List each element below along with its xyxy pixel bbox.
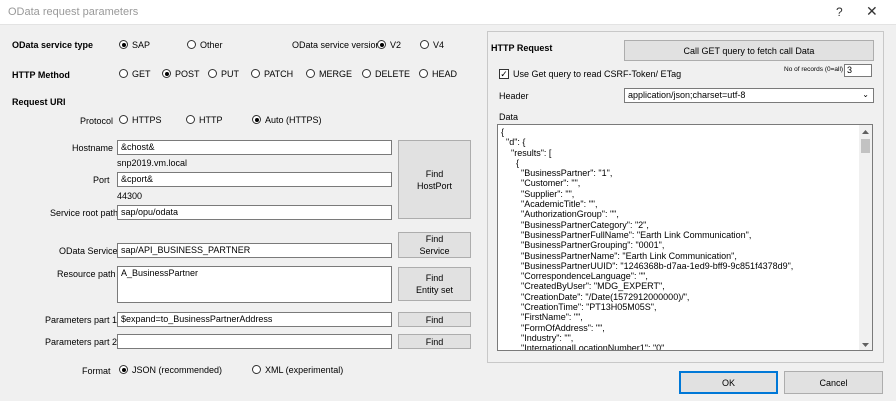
http-request-title: HTTP Request (491, 43, 553, 53)
protocol-auto-label: Auto (HTTPS) (265, 115, 322, 125)
service-version-v2-label: V2 (390, 40, 402, 50)
method-patch-radio[interactable] (251, 69, 260, 78)
service-type-sap-radio[interactable] (119, 40, 128, 49)
method-head-label: HEAD (432, 69, 458, 79)
records-input[interactable]: 3 (844, 64, 872, 77)
chevron-down-icon: ⌄ (862, 90, 869, 99)
params2-find-button[interactable]: Find (398, 334, 471, 349)
use-get-label: Use Get query to read CSRF-Token/ ETag (513, 69, 682, 79)
params2-label: Parameters part 2 (45, 337, 118, 347)
params2-input[interactable] (117, 334, 392, 349)
service-type-other-label: Other (200, 40, 223, 50)
data-content: { "d": { "results": [ { "BusinessPartner… (501, 127, 794, 351)
format-json-radio[interactable] (119, 365, 128, 374)
service-version-v4-label: V4 (433, 40, 445, 50)
port-label: Port (93, 175, 110, 185)
service-version-label: OData service version (292, 40, 381, 50)
method-post-label: POST (175, 69, 200, 79)
params1-find-button[interactable]: Find (398, 312, 471, 327)
method-put-label: PUT (221, 69, 239, 79)
protocol-http-label: HTTP (199, 115, 223, 125)
find-entity-set-button[interactable]: Find Entity set (398, 267, 471, 301)
protocol-https-label: HTTPS (132, 115, 162, 125)
format-label: Format (82, 366, 111, 376)
service-root-input[interactable]: sap/opu/odata (117, 205, 392, 220)
method-post-radio[interactable] (162, 69, 171, 78)
format-xml-label: XML (experimental) (265, 365, 344, 375)
service-type-other-radio[interactable] (187, 40, 196, 49)
cancel-button[interactable]: Cancel (784, 371, 883, 394)
find-service-button[interactable]: Find Service (398, 232, 471, 258)
data-scrollbar[interactable] (859, 125, 872, 350)
odata-service-input[interactable]: sap/API_BUSINESS_PARTNER (117, 243, 392, 258)
use-get-checkbox[interactable]: ✓ (499, 69, 509, 79)
format-xml-radio[interactable] (252, 365, 261, 374)
hostname-resolved: snp2019.vm.local (117, 158, 188, 168)
records-label: No of records (0=all) (784, 66, 844, 73)
method-delete-label: DELETE (375, 69, 411, 79)
method-merge-label: MERGE (319, 69, 353, 79)
port-resolved: 44300 (117, 191, 143, 201)
service-version-v4-radio[interactable] (420, 40, 429, 49)
port-input[interactable]: &cport& (117, 172, 392, 187)
header-label: Header (499, 91, 529, 101)
header-select[interactable]: application/json;charset=utf-8 ⌄ (624, 88, 874, 103)
protocol-label: Protocol (80, 116, 114, 126)
ok-button[interactable]: OK (679, 371, 778, 394)
method-head-radio[interactable] (419, 69, 428, 78)
title-bar: OData request parameters ? ✕ (0, 0, 896, 25)
service-type-label: OData service type (12, 40, 94, 50)
hostname-label: Hostname (72, 143, 114, 153)
service-type-sap-label: SAP (132, 40, 151, 50)
params1-input[interactable]: $expand=to_BusinessPartnerAddress (117, 312, 392, 327)
find-hostport-button[interactable]: Find HostPort (398, 140, 471, 219)
method-get-radio[interactable] (119, 69, 128, 78)
data-label: Data (499, 112, 519, 122)
method-patch-label: PATCH (264, 69, 294, 79)
service-root-label: Service root path (50, 208, 119, 218)
resource-path-input[interactable]: A_BusinessPartner (117, 266, 392, 303)
method-delete-radio[interactable] (362, 69, 371, 78)
protocol-auto-radio[interactable] (252, 115, 261, 124)
window-title: OData request parameters (8, 6, 139, 18)
method-put-radio[interactable] (208, 69, 217, 78)
data-textarea[interactable]: { "d": { "results": [ { "BusinessPartner… (497, 124, 873, 351)
resource-path-label: Resource path (57, 269, 116, 279)
header-select-value: application/json;charset=utf-8 (628, 90, 746, 100)
method-merge-radio[interactable] (306, 69, 315, 78)
params1-label: Parameters part 1 (45, 315, 118, 325)
close-icon[interactable]: ✕ (866, 3, 878, 20)
hostname-input[interactable]: &chost& (117, 140, 392, 155)
help-icon[interactable]: ? (836, 5, 843, 19)
http-method-label: HTTP Method (12, 70, 70, 80)
method-get-label: GET (132, 69, 151, 79)
format-json-label: JSON (recommended) (132, 365, 223, 375)
protocol-https-radio[interactable] (119, 115, 128, 124)
protocol-http-radio[interactable] (186, 115, 195, 124)
request-uri-label: Request URI (12, 97, 66, 107)
service-version-v2-radio[interactable] (377, 40, 386, 49)
call-get-button[interactable]: Call GET query to fetch call Data (624, 40, 874, 61)
odata-service-label: OData Service (59, 246, 118, 256)
